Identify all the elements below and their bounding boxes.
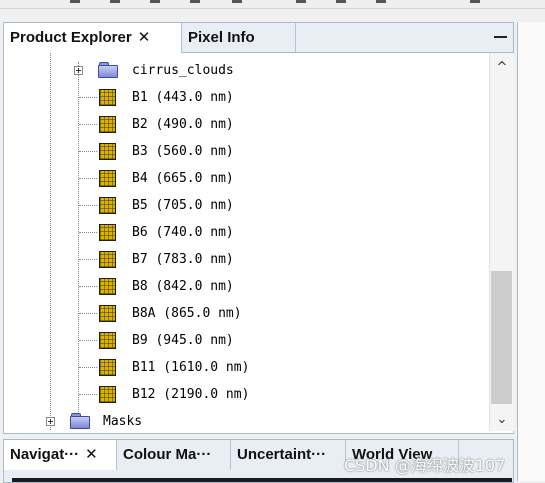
band-icon xyxy=(99,197,116,214)
toolbar-mark xyxy=(70,0,80,3)
toolbar-mark xyxy=(376,0,386,3)
tree-band-item[interactable]: B2 (490.0 nm) xyxy=(4,111,489,138)
toolbar-mark xyxy=(190,0,200,3)
tree-connector xyxy=(79,259,97,260)
tab-navigation[interactable]: Navigat··· ✕ xyxy=(4,440,117,470)
band-icon xyxy=(99,143,116,160)
band-icon xyxy=(99,116,116,133)
tree-connector xyxy=(79,124,97,125)
tree-item-label: cirrus_clouds xyxy=(132,63,234,78)
minimize-icon[interactable] xyxy=(493,27,507,45)
tree-connector xyxy=(79,178,97,179)
vertical-scrollbar[interactable]: ^ ⌄ xyxy=(489,53,514,431)
tree-connector xyxy=(79,313,97,314)
tab-label: Product Explorer xyxy=(10,29,132,46)
tree-item-label: B1 (443.0 nm) xyxy=(132,90,234,105)
tab-pixel-info[interactable]: Pixel Info xyxy=(182,23,296,52)
tree-connector xyxy=(79,286,97,287)
tree-band-item[interactable]: B5 (705.0 nm) xyxy=(4,192,489,219)
tree-item-label: B9 (945.0 nm) xyxy=(132,333,234,348)
band-icon xyxy=(99,224,116,241)
close-icon[interactable]: ✕ xyxy=(85,446,98,463)
tree-band-item[interactable]: B8A (865.0 nm) xyxy=(4,300,489,327)
tab-label: Pixel Info xyxy=(188,29,255,46)
top-toolbar-strip xyxy=(0,0,545,9)
tree-connector xyxy=(79,232,97,233)
folder-icon xyxy=(98,62,118,78)
tree-band-item[interactable]: B8 (842.0 nm) xyxy=(4,273,489,300)
tree-connector xyxy=(79,340,97,341)
tree-item-label: Masks xyxy=(103,414,143,429)
tree-folder-cirrus-clouds[interactable]: cirrus_clouds xyxy=(4,57,489,84)
tree-connector xyxy=(79,151,97,152)
tree-connector xyxy=(79,367,97,368)
toolbar-mark xyxy=(296,0,306,3)
product-explorer-tabbar: Product Explorer ✕ Pixel Info xyxy=(4,23,513,53)
tree-band-item[interactable]: B9 (945.0 nm) xyxy=(4,327,489,354)
band-icon xyxy=(99,359,116,376)
tree-item-label: B12 (2190.0 nm) xyxy=(132,387,250,402)
band-icon xyxy=(99,251,116,268)
scroll-up-icon[interactable]: ^ xyxy=(490,57,514,79)
expand-icon[interactable] xyxy=(74,66,83,75)
tree-band-item[interactable]: B12 (2190.0 nm) xyxy=(4,381,489,408)
folder-icon xyxy=(70,413,90,429)
toolbar-mark xyxy=(150,0,160,3)
tree-band-item[interactable]: B7 (783.0 nm) xyxy=(4,246,489,273)
band-icon xyxy=(99,89,116,106)
tree-item-label: B11 (1610.0 nm) xyxy=(132,360,250,375)
expand-icon[interactable] xyxy=(46,417,55,426)
tree-folder-masks[interactable]: Masks xyxy=(4,408,489,431)
tree-band-item[interactable]: B3 (560.0 nm) xyxy=(4,138,489,165)
tree-item-label: B6 (740.0 nm) xyxy=(132,225,234,240)
band-icon xyxy=(99,278,116,295)
band-icon xyxy=(99,386,116,403)
tree-item-label: B8A (865.0 nm) xyxy=(132,306,242,321)
tree-item-label: B5 (705.0 nm) xyxy=(132,198,234,213)
tab-label: Navigat··· xyxy=(10,446,80,463)
tree-item-label: B3 (560.0 nm) xyxy=(132,144,234,159)
tree-connector xyxy=(79,97,97,98)
toolbar-mark xyxy=(110,0,120,3)
tab-product-explorer[interactable]: Product Explorer ✕ xyxy=(4,23,182,53)
toolbar-mark xyxy=(470,0,480,3)
tree-band-item[interactable]: B1 (443.0 nm) xyxy=(4,84,489,111)
tree-band-item[interactable]: B4 (665.0 nm) xyxy=(4,165,489,192)
product-explorer-panel: Product Explorer ✕ Pixel Info cirrus_clou… xyxy=(3,22,514,434)
tree-item-label: B2 (490.0 nm) xyxy=(132,117,234,132)
tree-connector xyxy=(79,394,97,395)
tree-connector xyxy=(79,205,97,206)
tree-item-label: B8 (842.0 nm) xyxy=(132,279,234,294)
toolbar-mark xyxy=(336,0,346,3)
toolbar-mark xyxy=(232,0,242,3)
tree-band-item[interactable]: B6 (740.0 nm) xyxy=(4,219,489,246)
panel-content-edge xyxy=(12,478,512,482)
band-icon xyxy=(99,305,116,322)
tab-colour-manipulation[interactable]: Colour Ma··· xyxy=(117,440,231,470)
tab-uncertainty[interactable]: Uncertaint··· xyxy=(231,440,346,470)
close-icon[interactable]: ✕ xyxy=(138,29,151,46)
tree-item-label: B4 (665.0 nm) xyxy=(132,171,234,186)
tab-label: Colour Ma··· xyxy=(123,446,212,463)
band-icon xyxy=(99,332,116,349)
tree-band-item[interactable]: B11 (1610.0 nm) xyxy=(4,354,489,381)
band-icon xyxy=(99,170,116,187)
tree-item-label: B7 (783.0 nm) xyxy=(132,252,234,267)
scroll-down-icon[interactable]: ⌄ xyxy=(490,409,514,431)
product-tree: cirrus_clouds B1 (443.0 nm) B2 (490.0 nm… xyxy=(4,53,489,431)
watermark: CSDN @海绵波波107 xyxy=(344,456,506,475)
right-side-panel xyxy=(517,22,545,481)
scrollbar-thumb[interactable] xyxy=(491,271,512,404)
tab-label: Uncertaint··· xyxy=(237,446,327,463)
